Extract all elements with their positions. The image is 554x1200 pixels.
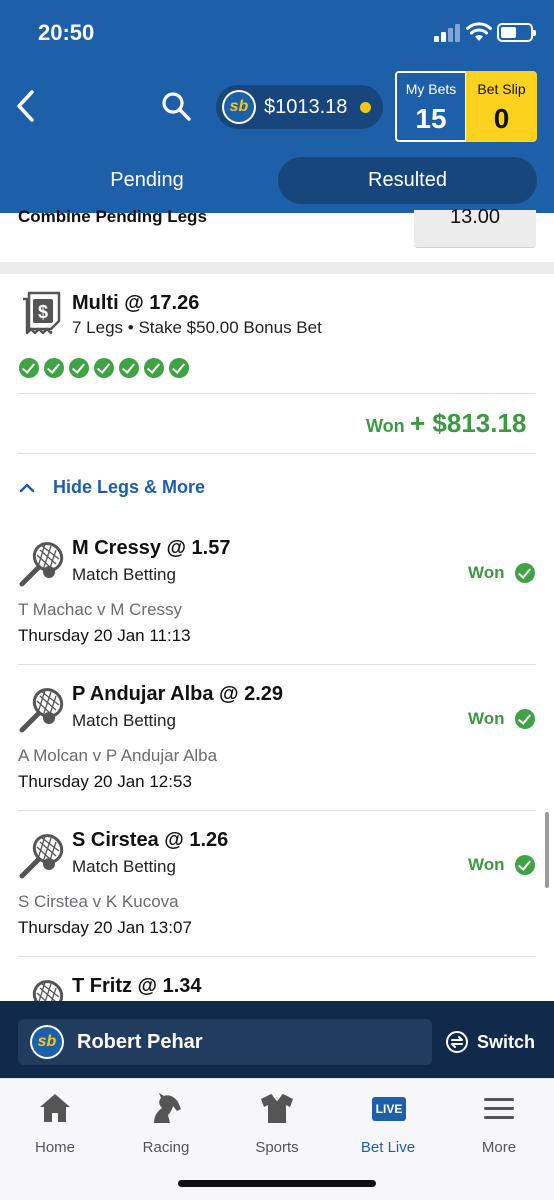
leg-item[interactable]: P Andujar Alba @ 2.29 Match Betting Won … [0,683,554,823]
jersey-icon [261,1094,293,1123]
tennis-racket-icon [32,980,64,1001]
bet-slip-label: Bet Slip [477,81,526,97]
account-selector[interactable]: sb Robert Pehar [18,1019,432,1065]
leg-time: Thursday 20 Jan 11:13 [18,626,191,645]
combine-odds-button[interactable]: 13.00 [414,207,536,248]
multi-bet-details: 7 Legs • Stake $50.00 Bonus Bet [72,318,322,338]
leg-title: T Fritz @ 1.34 [72,975,202,997]
leg-status-label: Won [468,709,505,728]
my-bets-button[interactable]: My Bets 15 [395,71,467,142]
nav-bet-live-label: Bet Live [360,1139,416,1156]
multi-bet-title: Multi @ 17.26 [72,292,200,314]
nav-racing[interactable]: Racing [116,1087,216,1157]
section-separator [0,262,554,274]
leg-market: Match Betting [72,711,176,730]
nav-more-label: More [481,1139,517,1156]
bet-slip-count: 0 [493,103,510,134]
leg-status-label: Won [468,855,505,874]
home-icon [40,1094,70,1122]
live-icon: LIVE [372,1097,406,1121]
detail-separator: • [127,318,134,337]
nav-bet-live[interactable]: LIVE Bet Live [338,1087,438,1157]
nav-more[interactable]: More [449,1087,549,1157]
menu-icon [484,1098,514,1119]
divider [18,956,536,957]
leg-item[interactable]: S Cirstea @ 1.26 Match Betting Won S Cir… [0,829,554,969]
cellular-signal-icon [434,24,462,42]
nav-home[interactable]: Home [5,1087,105,1157]
switch-account-button[interactable]: Switch [443,1029,543,1055]
switch-label: Switch [477,1032,536,1052]
my-bets-label: My Bets [405,81,457,97]
won-check-icon [515,855,535,875]
tennis-racket-icon [19,688,64,733]
leg-time: Thursday 20 Jan 12:53 [18,772,192,791]
nav-sports-label: Sports [255,1139,299,1156]
won-check-icon [515,709,535,729]
bet-slip-button[interactable]: Bet Slip 0 [466,71,537,142]
leg-won-check-icon [169,358,189,378]
hide-legs-label: Hide Legs & More [53,477,206,497]
search-icon[interactable] [160,90,192,122]
chevron-up-icon [20,483,34,493]
leg-event: A Molcan v P Andujar Alba [18,746,218,765]
leg-market: Match Betting [72,565,176,584]
leg-item[interactable]: T Fritz @ 1.34 [0,975,554,1001]
account-name: Robert Pehar [77,1031,203,1053]
divider [18,664,536,665]
status-bar: 20:50 [0,0,554,64]
leg-event: S Cirstea v K Kucova [18,892,179,911]
tab-resulted[interactable]: Resulted [278,157,537,204]
leg-title: S Cirstea @ 1.26 [72,829,229,851]
leg-won-check-icon [94,358,114,378]
leg-event: T Machac v M Cressy [18,600,183,619]
my-bets-count: 15 [415,103,447,134]
leg-won-check-icon [119,358,139,378]
bet-receipt-icon: $ [23,291,61,335]
scrollbar[interactable] [545,812,549,888]
account-bar: sb Robert Pehar Switch [0,1001,554,1078]
nav-sports[interactable]: Sports [227,1087,327,1157]
divider [18,453,536,454]
wifi-icon [466,22,492,41]
sportsbet-logo: sb [30,1025,64,1059]
leg-title: P Andujar Alba @ 2.29 [72,683,284,705]
switch-icon [446,1031,468,1053]
leg-won-check-icon [144,358,164,378]
horse-icon [154,1093,181,1123]
nav-home-label: Home [34,1139,75,1156]
tab-pending[interactable]: Pending [24,157,270,204]
stake-info: Stake $50.00 Bonus Bet [138,318,322,337]
tennis-racket-icon [19,834,64,879]
leg-time: Thursday 20 Jan 13:07 [18,918,192,937]
combine-pending-legs-label: Combine Pending Legs [18,207,207,226]
leg-item[interactable]: M Cressy @ 1.57 Match Betting Won T Mach… [0,537,554,677]
battery-icon [497,23,536,42]
account-balance: $1013.18 [264,96,348,118]
svg-text:$: $ [38,302,48,322]
tennis-racket-icon [19,542,64,587]
balance-pill[interactable]: sb $1013.18 [216,85,383,129]
nav-racing-label: Racing [142,1139,190,1156]
legs-count: 7 Legs [72,318,124,337]
bet-result-amount: + $813.18 [410,408,527,438]
app-header: 20:50 sb $1013.18 My Bets 15 Bet Slip 0 … [0,0,554,213]
divider [18,810,536,811]
bet-result-label: Won [366,416,405,436]
won-check-icon [515,563,535,583]
sportsbet-logo: sb [222,90,256,124]
status-time: 20:50 [38,20,95,45]
leg-won-check-icon [69,358,89,378]
leg-title: M Cressy @ 1.57 [72,537,231,559]
divider [18,393,536,394]
leg-won-check-icon [19,358,39,378]
leg-won-check-icon [44,358,64,378]
balance-indicator-dot [360,102,371,113]
leg-status-label: Won [468,563,505,582]
battery-level [501,27,516,38]
home-indicator [178,1180,376,1187]
leg-market: Match Betting [72,857,176,876]
back-arrow-icon[interactable] [12,88,42,124]
